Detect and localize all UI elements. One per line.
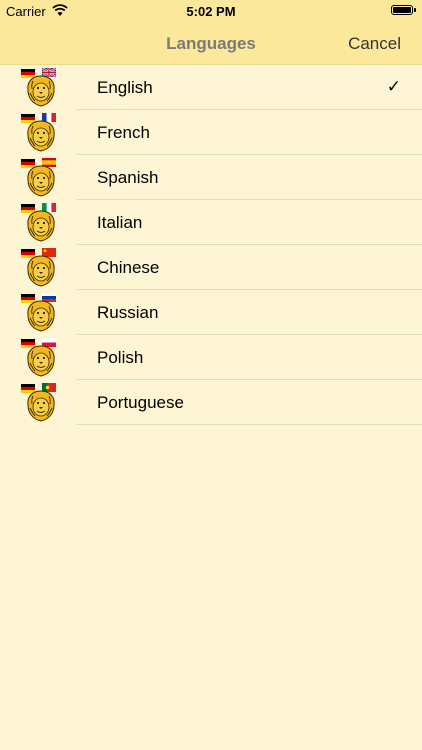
language-label: Spanish	[97, 168, 159, 187]
language-list: English ✓ French Spanish Italian Chinese Russi…	[0, 65, 422, 425]
lion-flag-de-pt-icon	[21, 383, 56, 422]
battery-icon	[391, 5, 416, 15]
language-label: Polish	[97, 348, 144, 367]
checkmark-icon: ✓	[386, 77, 401, 96]
language-label: Italian	[97, 213, 143, 232]
navigation-bar: Languages Cancel	[0, 22, 422, 65]
cancel-button[interactable]: Cancel	[348, 34, 401, 54]
status-bar: Carrier 5:02 PM	[0, 0, 422, 22]
language-label: Portuguese	[97, 393, 184, 412]
language-label: Russian	[97, 303, 159, 322]
language-row-portuguese[interactable]: Portuguese	[0, 380, 422, 425]
language-row-french[interactable]: French	[0, 110, 422, 155]
language-label: French	[97, 123, 150, 142]
lion-flag-de-fr-icon	[21, 113, 56, 152]
language-row-english[interactable]: English ✓	[0, 65, 422, 110]
lion-flag-de-uk-icon	[21, 67, 57, 107]
language-label: Chinese	[97, 258, 160, 277]
lion-flag-de-pl-icon	[21, 338, 56, 377]
row-separator	[77, 424, 422, 425]
language-row-russian[interactable]: Russian	[0, 290, 422, 335]
lion-flag-de-cn-icon	[21, 248, 56, 287]
lion-flag-de-es-icon	[21, 158, 56, 197]
lion-flag-de-it-icon	[21, 203, 56, 242]
language-row-italian[interactable]: Italian	[0, 200, 422, 245]
language-label: English	[97, 78, 153, 97]
language-row-spanish[interactable]: Spanish	[0, 155, 422, 200]
language-row-polish[interactable]: Polish	[0, 335, 422, 380]
lion-flag-de-ru-icon	[21, 293, 56, 332]
status-time: 5:02 PM	[186, 4, 236, 19]
language-row-chinese[interactable]: Chinese	[0, 245, 422, 290]
